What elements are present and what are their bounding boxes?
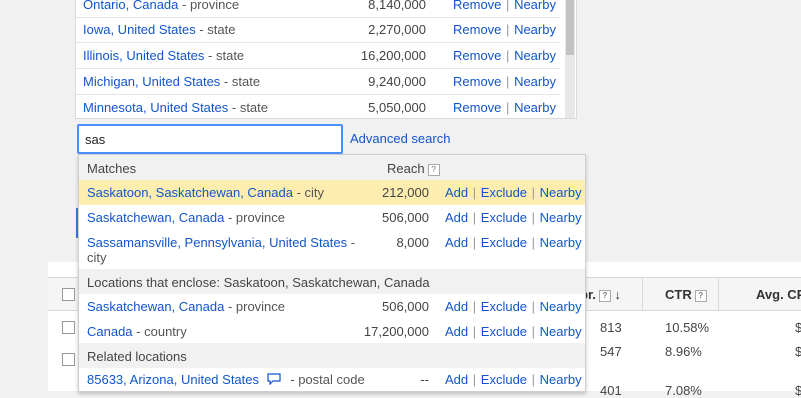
nearby-link[interactable]: Nearby — [514, 74, 556, 89]
suggestion-row[interactable]: Saskatoon, Saskatchewan, Canada - city 2… — [79, 180, 585, 205]
exclude-link[interactable]: Exclude — [481, 372, 527, 387]
cell-clicks: 401 — [600, 383, 622, 398]
column-header-ctr[interactable]: CTR? — [665, 287, 707, 302]
remove-link[interactable]: Remove — [453, 74, 501, 89]
cell-ctr: 8.96% — [665, 344, 702, 359]
suggestion-name[interactable]: 85633, Arizona, United States — [87, 372, 259, 387]
suggestion-reach: 506,000 — [382, 210, 429, 225]
cell-cpc: $ — [795, 344, 801, 359]
target-row: Illinois, United States - state 16,200,0… — [76, 43, 560, 69]
suggestion-row[interactable]: Saskatchewan, Canada - province 506,000 … — [79, 205, 585, 230]
target-name[interactable]: Michigan, United States — [83, 74, 220, 89]
column-header-avg-cpc[interactable]: Avg. CP — [756, 287, 801, 302]
suggestion-name[interactable]: Saskatoon, Saskatchewan, Canada — [87, 185, 293, 200]
add-link[interactable]: Add — [445, 185, 468, 200]
nearby-link[interactable]: Nearby — [514, 0, 556, 12]
suggestion-reach: 8,000 — [396, 235, 429, 250]
suggestion-row[interactable]: 85633, Arizona, United States - postal c… — [79, 367, 585, 391]
target-row: Iowa, United States - state 2,270,000 Re… — [76, 17, 560, 43]
nearby-link[interactable]: Nearby — [540, 210, 582, 225]
target-name[interactable]: Iowa, United States — [83, 22, 196, 37]
suggestion-reach: 17,200,000 — [363, 324, 429, 339]
target-type: - state — [208, 48, 245, 63]
reach-header: Reach? — [387, 161, 440, 176]
suggestion-reach: -- — [420, 372, 429, 387]
targeted-locations-list: Ontario, Canada - province 8,140,000 Rem… — [75, 0, 577, 119]
target-reach: 9,240,000 — [368, 74, 426, 89]
target-type: - province — [182, 0, 240, 12]
related-locations-header: Related locations — [79, 343, 585, 368]
target-name[interactable]: Ontario, Canada — [83, 0, 178, 12]
comment-icon[interactable] — [267, 373, 281, 386]
nearby-link[interactable]: Nearby — [540, 235, 582, 250]
suggestion-name[interactable]: Canada — [87, 324, 133, 339]
sort-desc-icon: ↓ — [614, 287, 622, 302]
target-name[interactable]: Minnesota, United States — [83, 100, 228, 115]
remove-link[interactable]: Remove — [453, 100, 501, 115]
cell-ctr: 10.58% — [665, 320, 710, 335]
column-header-partial[interactable]: pr.? ↓ — [580, 287, 621, 302]
target-row: Michigan, United States - state 9,240,00… — [76, 69, 560, 95]
exclude-link[interactable]: Exclude — [481, 324, 527, 339]
nearby-link[interactable]: Nearby — [540, 324, 582, 339]
target-type: - state — [199, 22, 236, 37]
target-reach: 8,140,000 — [368, 0, 426, 12]
cell-clicks: 547 — [600, 344, 622, 359]
exclude-link[interactable]: Exclude — [481, 235, 527, 250]
add-link[interactable]: Add — [445, 299, 468, 314]
suggestion-name[interactable]: Saskatchewan, Canada — [87, 299, 224, 314]
location-search-input[interactable] — [77, 124, 343, 154]
suggestion-row[interactable]: Sassamansville, Pennsylvania, United Sta… — [79, 230, 585, 270]
row-checkbox[interactable] — [62, 321, 75, 334]
add-link[interactable]: Add — [445, 324, 468, 339]
exclude-link[interactable]: Exclude — [481, 299, 527, 314]
cell-clicks: 813 — [600, 320, 622, 335]
add-link[interactable]: Add — [445, 210, 468, 225]
target-name[interactable]: Illinois, United States — [83, 48, 204, 63]
matches-header: Matches Reach? — [79, 155, 585, 180]
advanced-search-link[interactable]: Advanced search — [350, 131, 450, 146]
nearby-link[interactable]: Nearby — [540, 299, 582, 314]
exclude-link[interactable]: Exclude — [481, 210, 527, 225]
scrollbar-thumb[interactable] — [566, 0, 574, 55]
target-reach: 5,050,000 — [368, 100, 426, 115]
cell-cpc: $ — [795, 383, 801, 398]
select-all-checkbox[interactable] — [62, 288, 75, 301]
remove-link[interactable]: Remove — [453, 48, 501, 63]
remove-link[interactable]: Remove — [453, 0, 501, 12]
help-icon: ? — [427, 163, 440, 176]
suggestion-name[interactable]: Sassamansville, Pennsylvania, United Sta… — [87, 235, 347, 250]
target-row: Minnesota, United States - state 5,050,0… — [83, 100, 556, 115]
target-reach: 16,200,000 — [360, 48, 426, 63]
suggestion-row[interactable]: Saskatchewan, Canada - province 506,000 … — [79, 294, 585, 319]
suggestion-name[interactable]: Saskatchewan, Canada — [87, 210, 224, 225]
target-type: - state — [223, 74, 261, 89]
enclosing-locations-header: Locations that enclose: Saskatoon, Saska… — [79, 269, 585, 294]
row-checkbox[interactable] — [62, 353, 75, 366]
nearby-link[interactable]: Nearby — [514, 22, 556, 37]
nearby-link[interactable]: Nearby — [514, 100, 556, 115]
add-link[interactable]: Add — [445, 372, 468, 387]
cell-cpc: $ — [795, 320, 801, 335]
suggestion-reach: 506,000 — [382, 299, 429, 314]
add-link[interactable]: Add — [445, 235, 468, 250]
suggestion-reach: 212,000 — [382, 185, 429, 200]
nearby-link[interactable]: Nearby — [540, 372, 582, 387]
list-scrollbar[interactable] — [565, 0, 575, 118]
location-suggestions-dropdown: Matches Reach? Saskatoon, Saskatchewan, … — [78, 154, 586, 392]
cell-ctr: 7.08% — [665, 383, 702, 398]
exclude-link[interactable]: Exclude — [481, 185, 527, 200]
nearby-link[interactable]: Nearby — [540, 185, 582, 200]
suggestion-row[interactable]: Canada - country 17,200,000 Add | Exclud… — [79, 319, 585, 344]
remove-link[interactable]: Remove — [453, 22, 501, 37]
target-row: Ontario, Canada - province 8,140,000 Rem… — [76, 0, 560, 18]
target-reach: 2,270,000 — [368, 22, 426, 37]
target-type: - state — [231, 100, 268, 115]
nearby-link[interactable]: Nearby — [514, 48, 556, 63]
